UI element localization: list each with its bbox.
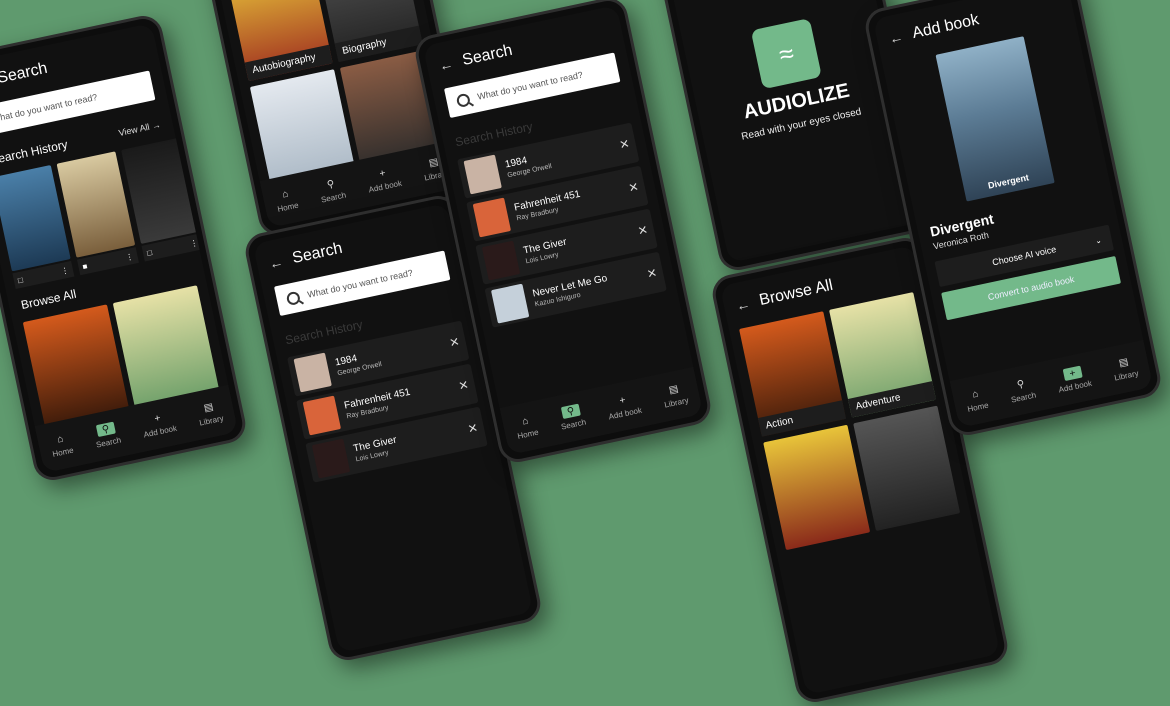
home-icon: ⌂ xyxy=(521,415,530,428)
search-placeholder: What do you want to read? xyxy=(306,267,414,300)
page-title: Add book xyxy=(910,11,981,42)
nav-library[interactable]: ▤ Library xyxy=(660,381,690,410)
bottom-nav: ⌂ Home ⚲ Search + Add book ▤ Library xyxy=(499,366,704,456)
close-icon[interactable]: ✕ xyxy=(466,421,479,437)
library-icon: ▤ xyxy=(1117,356,1130,369)
nav-home[interactable]: ⌂ Home xyxy=(49,431,75,459)
search-placeholder: What do you want to read? xyxy=(0,91,99,125)
view-all-link[interactable]: View All → xyxy=(118,119,162,138)
search-icon: ⚲ xyxy=(560,403,581,420)
more-icon[interactable]: ⋮ xyxy=(60,265,70,275)
home-icon: ⌂ xyxy=(56,433,65,446)
nav-add-book[interactable]: + Add book xyxy=(605,391,643,421)
bottom-nav: ⌂ Home ⚲ Search + Add book ▤ Library xyxy=(949,339,1154,429)
bookmark-icon[interactable]: □ xyxy=(146,247,153,257)
category-tile[interactable]: Action xyxy=(739,311,847,437)
nav-search[interactable]: ⚲ Search xyxy=(317,176,347,204)
home-icon: ⌂ xyxy=(971,388,980,401)
more-icon[interactable]: ⋮ xyxy=(125,251,135,261)
close-icon[interactable]: ✕ xyxy=(448,334,461,350)
plus-icon: + xyxy=(378,167,387,180)
page-title: Browse All xyxy=(757,276,835,309)
logo-icon: ≈ xyxy=(750,18,822,90)
back-arrow-icon[interactable]: ← xyxy=(268,253,285,272)
back-arrow-icon[interactable]: ← xyxy=(888,28,905,47)
close-icon[interactable]: ✕ xyxy=(457,377,470,393)
home-icon: ⌂ xyxy=(281,188,290,201)
phone-search-history: ← Search What do you want to read? Searc… xyxy=(0,12,249,484)
chevron-down-icon: ⌄ xyxy=(1094,234,1103,246)
page-title: Search xyxy=(460,41,514,69)
nav-home[interactable]: ⌂ Home xyxy=(274,186,300,214)
nav-search[interactable]: ⚲ Search xyxy=(557,403,587,432)
search-icon: ⚲ xyxy=(326,178,336,191)
nav-search[interactable]: ⚲ Search xyxy=(92,421,122,450)
screen: Autobiography Biography ⌂ Home ⚲ Search + A… xyxy=(182,0,464,229)
bookmark-icon[interactable]: □ xyxy=(17,275,24,285)
nav-add-book[interactable]: + Add book xyxy=(365,164,403,194)
back-arrow-icon[interactable]: ← xyxy=(735,295,752,314)
book-cover: Divergent xyxy=(935,36,1055,202)
plus-icon: + xyxy=(618,394,627,407)
nav-search[interactable]: ⚲ Search xyxy=(1007,376,1037,404)
close-icon[interactable]: ✕ xyxy=(646,266,659,282)
category-tile[interactable]: Adventure xyxy=(829,292,937,418)
search-icon: ⚲ xyxy=(95,421,116,438)
plus-icon: + xyxy=(153,412,162,425)
more-icon[interactable]: ⋮ xyxy=(189,238,199,248)
category-tile[interactable] xyxy=(763,424,871,551)
nav-add-book[interactable]: + Add book xyxy=(1055,364,1093,394)
back-arrow-icon[interactable]: ← xyxy=(438,55,455,74)
nav-home[interactable]: ⌂ Home xyxy=(964,386,990,414)
category-tile[interactable]: Autobiography xyxy=(225,0,333,82)
nav-library[interactable]: ▤ Library xyxy=(195,399,225,428)
nav-library[interactable]: ▤ Library xyxy=(1110,354,1140,383)
close-icon[interactable]: ✕ xyxy=(618,136,631,152)
screen: ← Search What do you want to read? Searc… xyxy=(0,22,239,474)
library-icon: ▤ xyxy=(667,383,680,396)
bookmark-icon[interactable]: ■ xyxy=(82,261,89,271)
search-placeholder: What do you want to read? xyxy=(476,69,584,102)
category-tile[interactable] xyxy=(853,405,961,531)
page-title: Search xyxy=(290,239,344,267)
plus-icon: + xyxy=(1062,365,1083,382)
search-icon xyxy=(455,92,471,108)
close-icon[interactable]: ✕ xyxy=(627,179,640,195)
library-icon: ▤ xyxy=(202,401,215,414)
nav-add-book[interactable]: + Add book xyxy=(140,409,178,439)
nav-home[interactable]: ⌂ Home xyxy=(514,413,540,441)
search-icon xyxy=(285,290,301,306)
close-icon[interactable]: ✕ xyxy=(636,223,649,239)
search-icon: ⚲ xyxy=(1016,378,1026,391)
page-title: Search xyxy=(0,59,49,87)
